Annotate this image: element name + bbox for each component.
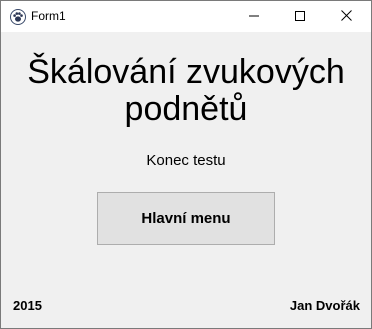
minimize-icon (249, 8, 259, 26)
status-label: Konec testu (146, 152, 226, 169)
window-title: Form1 (31, 9, 66, 23)
main-menu-button[interactable]: Hlavní menu (97, 192, 275, 245)
paw-icon (10, 9, 26, 25)
minimize-button[interactable] (231, 1, 277, 32)
author-label: Jan Dvořák (289, 298, 360, 313)
maximize-icon (295, 8, 305, 26)
close-icon (340, 8, 352, 26)
maximize-button[interactable] (277, 1, 323, 32)
title-bar[interactable]: Form1 (1, 1, 371, 32)
form-client-area: Škálování zvukových podnětů Konec testu … (1, 32, 371, 328)
close-button[interactable] (323, 1, 369, 32)
page-title-line-2: podnětů (124, 90, 248, 128)
page-title: Škálování zvukových podnětů (1, 54, 371, 128)
year-label: 2015 (13, 298, 42, 313)
page-title-line-1: Škálování zvukových (27, 53, 345, 91)
app-window: Form1 Škálování zvukových podnětů Konec … (0, 0, 372, 329)
